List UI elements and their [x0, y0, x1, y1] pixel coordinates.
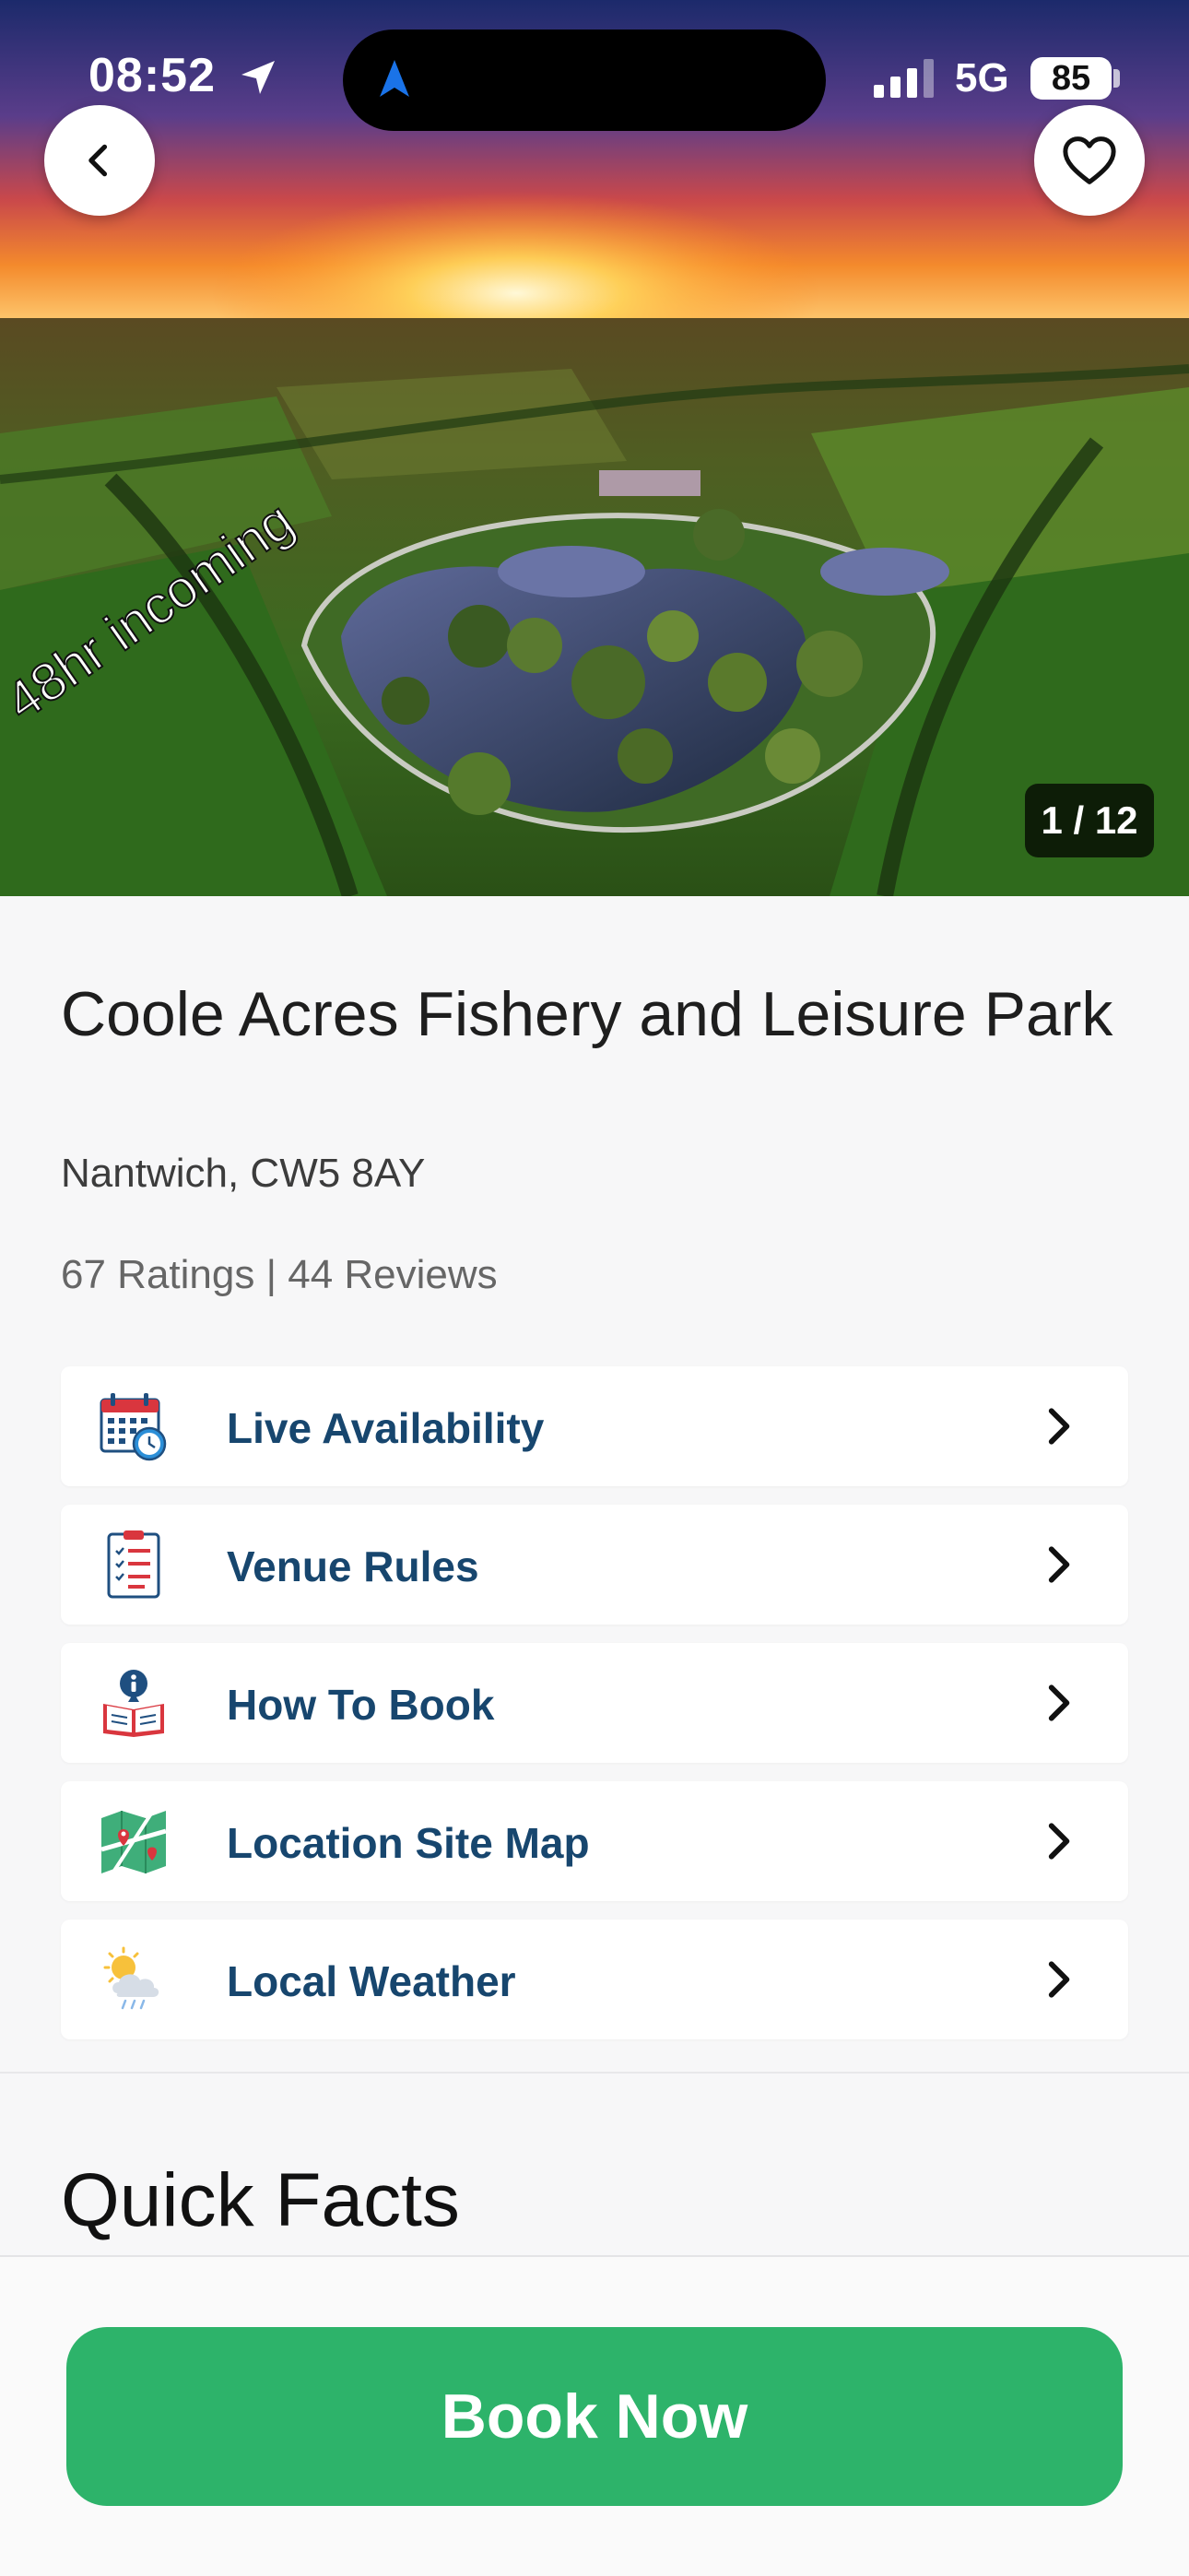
venue-title: Coole Acres Fishery and Leisure Park	[61, 979, 1113, 1049]
chevron-right-icon	[1048, 1823, 1070, 1860]
photo-counter: 1 / 12	[1025, 784, 1154, 857]
ratings-summary[interactable]: 67 Ratings | 44 Reviews	[61, 1252, 498, 1298]
menu-item-label: How To Book	[227, 1681, 495, 1729]
menu-item-label: Venue Rules	[227, 1542, 479, 1590]
info-book-icon	[103, 1670, 164, 1737]
favorite-button[interactable]	[1034, 105, 1145, 216]
chevron-right-icon	[1048, 1546, 1070, 1583]
chevron-right-icon	[1048, 1684, 1070, 1721]
clipboard-checklist-icon	[107, 1530, 160, 1599]
menu-item-location-site-map[interactable]: Location Site Map	[61, 1781, 1128, 1901]
menu-item-venue-rules[interactable]: Venue Rules	[61, 1505, 1128, 1625]
map-pin-icon	[100, 1809, 167, 1875]
chevron-right-icon	[1048, 1408, 1070, 1445]
menu-item-local-weather[interactable]: Local Weather	[61, 1920, 1128, 2039]
navigation-arrow-icon	[380, 60, 409, 97]
venue-address: Nantwich, CW5 8AY	[61, 1151, 426, 1196]
menu-item-label: Live Availability	[227, 1404, 545, 1452]
heart-icon	[1063, 136, 1116, 184]
chevron-left-icon	[88, 144, 108, 177]
menu-item-label: Local Weather	[227, 1957, 516, 2005]
sun-cloud-rain-icon	[103, 1946, 159, 2010]
menu-item-how-to-book[interactable]: How To Book	[61, 1643, 1128, 1763]
menu-item-live-availability[interactable]: Live Availability	[61, 1366, 1128, 1486]
battery-level: 85	[1051, 59, 1091, 98]
calendar-clock-icon	[100, 1393, 167, 1461]
network-type: 5G	[955, 55, 1009, 100]
photo-gallery[interactable]: 08:52 5G 85 48hr incoming 1 / 12	[0, 0, 1189, 896]
quick-facts-heading: Quick Facts	[61, 2158, 460, 2242]
chevron-right-icon	[1048, 1961, 1070, 1998]
battery-tip	[1113, 69, 1120, 88]
status-bar: 08:52 5G 85	[0, 0, 1189, 157]
menu-item-label: Location Site Map	[227, 1819, 590, 1867]
cellular-signal-icon	[874, 59, 934, 98]
location-arrow-icon	[241, 61, 275, 94]
back-button[interactable]	[44, 105, 155, 216]
book-now-button[interactable]: Book Now	[66, 2327, 1123, 2506]
battery-icon: 85	[1030, 57, 1112, 100]
status-time: 08:52	[88, 49, 216, 102]
section-divider	[0, 2072, 1189, 2074]
